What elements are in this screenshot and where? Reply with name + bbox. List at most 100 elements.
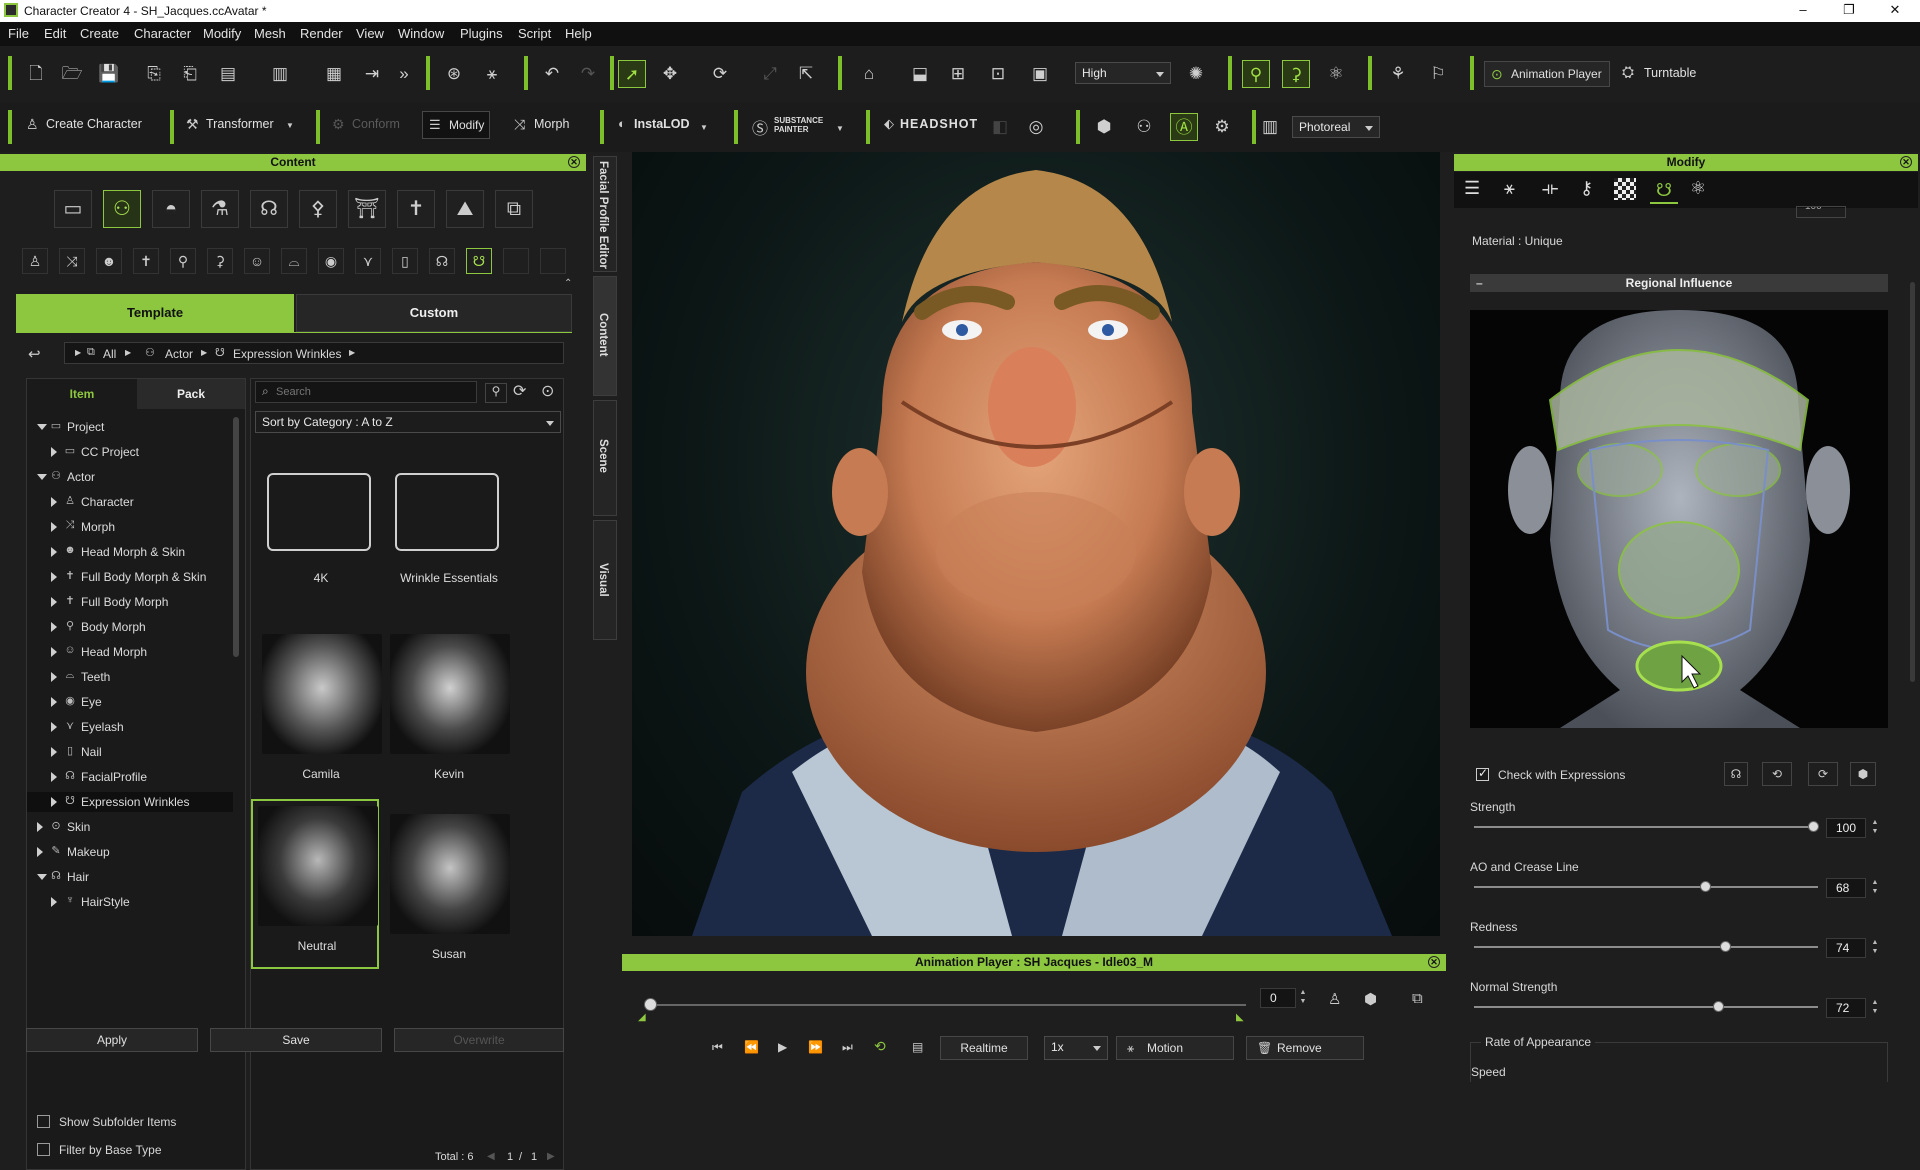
sort-dropdown[interactable]: Sort by Category : A to Z bbox=[255, 411, 561, 433]
tree-item[interactable]: ✝ Full Body Morph bbox=[27, 592, 233, 612]
menu-edit[interactable]: Edit bbox=[44, 26, 66, 41]
caption-icon[interactable]: ▤ bbox=[912, 1040, 923, 1054]
rotate-head-left-icon[interactable]: ⟲ bbox=[1762, 762, 1792, 786]
expand-arrow-icon[interactable] bbox=[51, 697, 57, 707]
scale-tool-icon[interactable]: ⤢ bbox=[756, 60, 784, 88]
tree-item[interactable]: ▯ Nail bbox=[27, 742, 233, 762]
tree-item[interactable]: ⚇ Actor bbox=[27, 467, 233, 487]
slider-track[interactable] bbox=[1474, 946, 1818, 948]
expand-arrow-icon[interactable] bbox=[51, 497, 57, 507]
usd-export-icon[interactable]: ▦ bbox=[320, 60, 348, 88]
collapse-icon[interactable]: – bbox=[1476, 274, 1483, 292]
more-icon[interactable]: » bbox=[390, 60, 418, 88]
expand-arrow-icon[interactable] bbox=[51, 672, 57, 682]
material-tab-icon[interactable] bbox=[1614, 178, 1636, 200]
menu-script[interactable]: Script bbox=[518, 26, 551, 41]
modify-button[interactable]: ☰ Modify bbox=[422, 111, 490, 139]
tree-item[interactable]: ⊙ Skin bbox=[27, 817, 233, 837]
tab-content-side[interactable]: Content bbox=[593, 276, 617, 396]
new-file-icon[interactable]: 🗋 bbox=[22, 60, 50, 88]
gizmo-icon[interactable]: ⚘ bbox=[1384, 60, 1412, 88]
facial-profile-sub-icon[interactable]: ☊ bbox=[429, 248, 455, 274]
overwrite-button[interactable]: Overwrite bbox=[394, 1028, 564, 1052]
expand-arrow-icon[interactable] bbox=[51, 572, 57, 582]
tree-item[interactable]: ⤨ Morph bbox=[27, 517, 233, 537]
expand-arrow-icon[interactable] bbox=[37, 847, 43, 857]
slider-track[interactable] bbox=[1474, 826, 1818, 828]
folder-tile[interactable]: Wrinkle Essentials bbox=[385, 449, 499, 585]
slider-spinner-icon[interactable]: ▲ ▼ bbox=[1870, 818, 1880, 838]
menu-file[interactable]: File bbox=[8, 26, 29, 41]
menu-view[interactable]: View bbox=[356, 26, 384, 41]
settings-sliders-icon[interactable]: ⚙ bbox=[1208, 113, 1236, 141]
full-body-morph-skin-sub-icon[interactable]: ✝ bbox=[133, 248, 159, 274]
slider-spinner-icon[interactable]: ▲ ▼ bbox=[1870, 878, 1880, 898]
check-with-expressions-checkbox[interactable]: ✓ bbox=[1476, 766, 1489, 781]
export-icon[interactable]: ⎗ bbox=[176, 60, 204, 88]
template-tile[interactable]: Camila bbox=[257, 629, 382, 781]
expand-arrow-icon[interactable] bbox=[51, 597, 57, 607]
tab-facial-profile-editor[interactable]: Facial Profile Editor bbox=[593, 156, 617, 272]
tab-template[interactable]: Template bbox=[16, 294, 294, 332]
slider-knob[interactable] bbox=[1699, 881, 1711, 892]
save-icon[interactable]: 💾 bbox=[95, 60, 123, 88]
template-tile[interactable]: Kevin bbox=[385, 629, 510, 781]
tree-item[interactable]: ☺ Head Morph bbox=[27, 642, 233, 662]
character-sub-icon[interactable]: ♙ bbox=[22, 248, 48, 274]
attributes-tab-icon[interactable]: ☰ bbox=[1464, 178, 1480, 199]
render-mode-dropdown[interactable]: Photoreal bbox=[1292, 116, 1380, 138]
props-category-icon[interactable]: ⧉ bbox=[495, 190, 533, 228]
physics-icon[interactable]: ⚛ bbox=[1322, 60, 1350, 88]
tree-item[interactable]: ♆ HairStyle bbox=[27, 892, 233, 912]
motion-tab-icon[interactable]: ⚹ bbox=[1504, 178, 1515, 199]
options-circle-icon[interactable]: ⊙ bbox=[541, 381, 554, 401]
menu-window[interactable]: Window bbox=[398, 26, 444, 41]
morph-tab-icon[interactable]: ⚷ bbox=[1580, 178, 1593, 199]
close-button[interactable]: ✕ bbox=[1872, 2, 1918, 20]
open-folder-icon[interactable]: 🗁 bbox=[58, 60, 86, 88]
ik-toggle-icon[interactable]: ⚳ bbox=[1282, 60, 1310, 88]
slider-value-input[interactable]: 100 bbox=[1826, 818, 1866, 838]
tree-item[interactable]: ✎ Makeup bbox=[27, 842, 233, 862]
prev-page-icon[interactable]: ◀ bbox=[487, 1151, 495, 1162]
light-icon[interactable]: ✺ bbox=[1182, 60, 1210, 88]
slider-spinner-icon[interactable]: ▲ ▼ bbox=[1870, 998, 1880, 1018]
expand-open-icon[interactable] bbox=[37, 474, 47, 480]
skip-to-end-icon[interactable]: ⏭ bbox=[842, 1040, 853, 1055]
template-tile[interactable]: Susan bbox=[385, 809, 510, 961]
move-tool-icon[interactable]: ✥ bbox=[656, 60, 684, 88]
camera-icon[interactable]: ⬢ bbox=[1364, 990, 1377, 1008]
substance-painter-button[interactable]: Ⓢ SUBSTANCE PAINTER ▼ bbox=[752, 114, 852, 138]
show-subfolder-checkbox[interactable] bbox=[37, 1115, 50, 1128]
expand-open-icon[interactable] bbox=[37, 424, 47, 430]
tree-item[interactable]: ⚲ Body Morph bbox=[27, 617, 233, 637]
expand-arrow-icon[interactable] bbox=[51, 722, 57, 732]
tab-custom[interactable]: Custom bbox=[296, 294, 572, 332]
head-morph-skin-sub-icon[interactable]: ☻ bbox=[96, 248, 122, 274]
viewport-3d[interactable] bbox=[632, 152, 1440, 936]
timeline-knob[interactable] bbox=[644, 998, 657, 1011]
home-camera-icon[interactable]: ⌂ bbox=[855, 60, 883, 88]
bone-toggle-icon[interactable]: ⚲ bbox=[1242, 60, 1270, 88]
subtab-item[interactable]: Item bbox=[27, 379, 137, 409]
menu-mesh[interactable]: Mesh bbox=[254, 26, 286, 41]
play-icon[interactable]: ▶ bbox=[778, 1040, 787, 1054]
fbx-export-icon[interactable]: ▥ bbox=[266, 60, 294, 88]
frame-selected-icon[interactable]: ⊡ bbox=[984, 60, 1012, 88]
quality-dropdown[interactable]: High bbox=[1075, 62, 1171, 84]
filter-icon[interactable]: ⚲ bbox=[485, 383, 507, 403]
eyelash-sub-icon[interactable]: ⋎ bbox=[355, 248, 381, 274]
head-scan-icon[interactable]: ◎ bbox=[1022, 113, 1050, 141]
redo-icon[interactable]: ↷ bbox=[574, 60, 602, 88]
menu-character[interactable]: Character bbox=[134, 26, 191, 41]
actor-category-icon[interactable]: ⚇ bbox=[103, 190, 141, 228]
expand-arrow-icon[interactable] bbox=[51, 447, 57, 457]
next-page-icon[interactable]: ▶ bbox=[547, 1151, 555, 1162]
slider-spinner-icon[interactable]: ▲ ▼ bbox=[1870, 938, 1880, 958]
slider-value-input[interactable]: 72 bbox=[1826, 998, 1866, 1018]
menu-modify[interactable]: Modify bbox=[203, 26, 241, 41]
menu-help[interactable]: Help bbox=[565, 26, 592, 41]
frame-input[interactable]: 0 bbox=[1260, 988, 1296, 1008]
menu-plugins[interactable]: Plugins bbox=[460, 26, 503, 41]
pose-icon[interactable]: ⚹ bbox=[478, 60, 506, 88]
